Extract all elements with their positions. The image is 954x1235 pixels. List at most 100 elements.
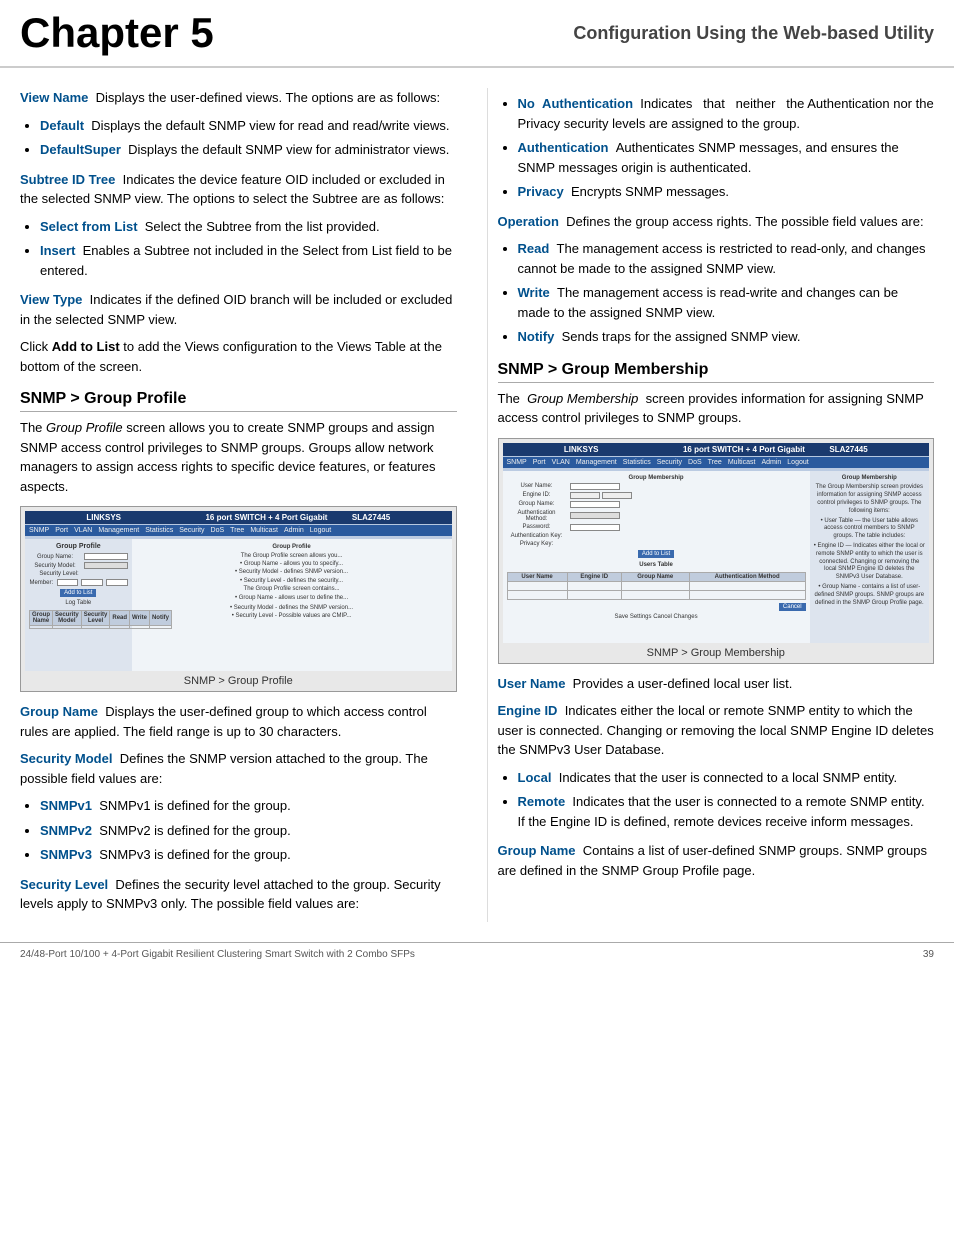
user-name-para: User Name Provides a user-defined local … (498, 674, 935, 694)
authentication-label: Authentication (518, 140, 609, 155)
section2-heading: SNMP > Group Membership (498, 361, 935, 383)
snmpv2-label: SNMPv2 (40, 823, 92, 838)
screenshot1-image: LINKSYS 16 port SWITCH + 4 Port Gigabit … (25, 511, 452, 671)
user-name-text: Provides a user-defined local user list. (573, 676, 793, 691)
nav-bar: SNMPPortVLANManagementStatisticsSecurity… (25, 525, 452, 536)
subtree-bullets: Select from List Select the Subtree from… (40, 217, 457, 281)
defaultsuper-label: DefaultSuper (40, 142, 121, 157)
engine-id-para: Engine ID Indicates either the local or … (498, 701, 935, 760)
operation-para: Operation Defines the group access right… (498, 212, 935, 232)
snmpv1-label: SNMPv1 (40, 798, 92, 813)
screenshot1-caption: SNMP > Group Profile (25, 675, 452, 687)
user-name-label: User Name (498, 676, 566, 691)
list-item: Remote Indicates that the user is connec… (518, 792, 935, 831)
security-bullets: SNMPv1 SNMPv1 is defined for the group. … (40, 796, 457, 865)
snmpv3-text: SNMPv3 is defined for the group. (99, 847, 291, 862)
group-name-para: Group Name Displays the user-defined gro… (20, 702, 457, 741)
subtree-label: Subtree ID Tree (20, 172, 115, 187)
select-from-list-text: Select the Subtree from the list provide… (145, 219, 380, 234)
right-column: No Authentication Indicates that neither… (487, 88, 935, 922)
screenshot1-main: Group Profile The Group Profile screen a… (132, 539, 452, 671)
engine-id-text: Indicates either the local or remote SNM… (498, 703, 934, 757)
no-auth-label: No Authentication (518, 96, 634, 111)
subtitle-block: Configuration Using the Web-based Utilit… (244, 10, 934, 56)
view-type-label: View Type (20, 292, 82, 307)
section1-heading: SNMP > Group Profile (20, 390, 457, 412)
engine-id-label: Engine ID (498, 703, 558, 718)
list-item: Select from List Select the Subtree from… (40, 217, 457, 237)
view-name-bullets: Default Displays the default SNMP view f… (40, 116, 457, 160)
group-name2-label: Group Name (498, 843, 576, 858)
chapter-title: Chapter 5 (20, 10, 214, 56)
defaultsuper-text: Displays the default SNMP view for admin… (128, 142, 449, 157)
view-type-text: Indicates if the defined OID branch will… (20, 292, 452, 327)
screenshot1-sidebar: Group Profile Group Name: Security Model… (25, 539, 132, 671)
nav-bar2: SNMPPortVLANManagementStatisticsSecurity… (503, 457, 930, 468)
list-item: SNMPv2 SNMPv2 is defined for the group. (40, 821, 457, 841)
view-name-intro: View Name Displays the user-defined view… (20, 88, 457, 108)
subtree-intro: Subtree ID Tree Indicates the device fea… (20, 170, 457, 209)
write-label: Write (518, 285, 550, 300)
list-item: No Authentication Indicates that neither… (518, 94, 935, 133)
chapter-title-block: Chapter 5 (20, 10, 244, 56)
add-to-list-bold: Add to List (52, 339, 120, 354)
write-text: The management access is read-write and … (518, 285, 899, 320)
operation-text: Defines the group access rights. The pos… (566, 214, 923, 229)
screenshot2-image: LINKSYS 16 port SWITCH + 4 Port Gigabit … (503, 443, 930, 643)
main-content: View Name Displays the user-defined view… (0, 68, 954, 942)
screenshot1-box: LINKSYS 16 port SWITCH + 4 Port Gigabit … (20, 506, 457, 692)
group-name-label: Group Name (20, 704, 98, 719)
security-level-bullets: No Authentication Indicates that neither… (518, 94, 935, 202)
local-text: Indicates that the user is connected to … (559, 770, 897, 785)
page-subtitle: Configuration Using the Web-based Utilit… (573, 23, 934, 44)
list-item: Notify Sends traps for the assigned SNMP… (518, 327, 935, 347)
select-from-list-label: Select from List (40, 219, 138, 234)
list-item: Read The management access is restricted… (518, 239, 935, 278)
engine-bullets: Local Indicates that the user is connect… (518, 768, 935, 832)
list-item: Default Displays the default SNMP view f… (40, 116, 457, 136)
default-label: Default (40, 118, 84, 133)
local-label: Local (518, 770, 552, 785)
operation-label: Operation (498, 214, 559, 229)
privacy-text: Encrypts SNMP messages. (571, 184, 729, 199)
left-column: View Name Displays the user-defined view… (20, 88, 467, 922)
remote-label: Remote (518, 794, 566, 809)
view-name-text: Displays the user-defined views. The opt… (96, 90, 440, 105)
list-item: Authentication Authenticates SNMP messag… (518, 138, 935, 177)
notify-label: Notify (518, 329, 555, 344)
linksys-banner: LINKSYS 16 port SWITCH + 4 Port Gigabit … (25, 511, 452, 524)
add-list-para: Click Add to List to add the Views confi… (20, 337, 457, 376)
list-item: Local Indicates that the user is connect… (518, 768, 935, 788)
operation-bullets: Read The management access is restricted… (518, 239, 935, 347)
page-footer: 24/48-Port 10/100 + 4-Port Gigabit Resil… (0, 942, 954, 966)
page-header: Chapter 5 Configuration Using the Web-ba… (0, 0, 954, 68)
screenshot2-content: Group Membership User Name: Engine ID: G… (503, 471, 930, 643)
list-item: Privacy Encrypts SNMP messages. (518, 182, 935, 202)
list-item: Write The management access is read-writ… (518, 283, 935, 322)
security-model-label: Security Model (20, 751, 112, 766)
remote-text: Indicates that the user is connected to … (518, 794, 925, 829)
linksys-banner2: LINKSYS 16 port SWITCH + 4 Port Gigabit … (503, 443, 930, 456)
view-type-para: View Type Indicates if the defined OID b… (20, 290, 457, 329)
membership-table: User NameEngine IDGroup NameAuthenticati… (507, 572, 806, 600)
default-text: Displays the default SNMP view for read … (91, 118, 449, 133)
snmpv3-label: SNMPv3 (40, 847, 92, 862)
security-level-para: Security Level Defines the security leve… (20, 875, 457, 914)
screenshot1-content: Group Profile Group Name: Security Model… (25, 539, 452, 671)
list-item: DefaultSuper Displays the default SNMP v… (40, 140, 457, 160)
screenshot2-sidebar: Group Membership The Group Membership sc… (810, 471, 929, 643)
read-label: Read (518, 241, 550, 256)
screenshot2-box: LINKSYS 16 port SWITCH + 4 Port Gigabit … (498, 438, 935, 664)
screenshot2-caption: SNMP > Group Membership (503, 647, 930, 659)
insert-text: Enables a Subtree not included in the Se… (40, 243, 452, 278)
insert-label: Insert (40, 243, 75, 258)
section2-intro: The Group Membership screen provides inf… (498, 389, 935, 428)
footer-right: 39 (923, 949, 934, 960)
snmpv1-text: SNMPv1 is defined for the group. (99, 798, 291, 813)
privacy-label: Privacy (518, 184, 564, 199)
footer-left: 24/48-Port 10/100 + 4-Port Gigabit Resil… (20, 949, 415, 960)
group-name2-para: Group Name Contains a list of user-defin… (498, 841, 935, 880)
security-level-label: Security Level (20, 877, 108, 892)
list-item: SNMPv3 SNMPv3 is defined for the group. (40, 845, 457, 865)
notify-text: Sends traps for the assigned SNMP view. (562, 329, 801, 344)
